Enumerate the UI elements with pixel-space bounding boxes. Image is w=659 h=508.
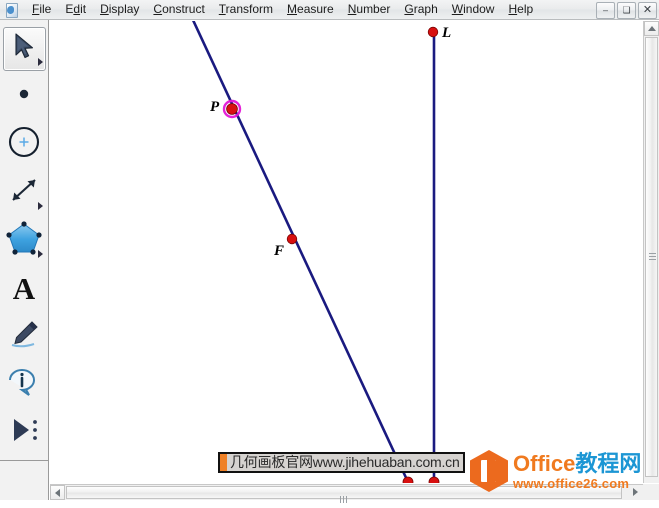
scroll-left-button[interactable]: [50, 485, 65, 500]
point-L-label[interactable]: L: [442, 25, 451, 42]
play-triangle-icon: [9, 416, 39, 449]
tool-marker[interactable]: [0, 312, 48, 360]
info-bubble-icon: [7, 367, 41, 402]
menu-number[interactable]: Number: [341, 0, 398, 19]
menu-measure[interactable]: Measure: [280, 0, 341, 19]
tool-polygon[interactable]: [0, 216, 48, 264]
arrow-icon: [11, 32, 37, 65]
point-icon: [16, 86, 32, 107]
tool-point[interactable]: [0, 72, 48, 120]
toolbox-lower-panel: [0, 461, 49, 500]
scroll-grip-icon: [649, 253, 656, 261]
watermark-text: 几何画板官网www.jihehuaban.com.cn: [230, 454, 460, 470]
tool-arrow-select[interactable]: [0, 24, 48, 72]
geometry-drawing[interactable]: [50, 21, 635, 483]
point-L-marker: [427, 26, 439, 38]
tool-flyout-arrow-icon[interactable]: [38, 250, 43, 258]
letter-a-icon: A: [12, 270, 36, 306]
app-document-icon: [3, 2, 19, 18]
close-button[interactable]: ✕: [638, 2, 657, 19]
menu-help[interactable]: Help: [501, 0, 540, 19]
minimize-button[interactable]: –: [596, 2, 615, 19]
toolbox: A: [0, 20, 49, 460]
logo-brand-cn: 教程网: [575, 450, 642, 476]
menu-items: FFileile Edit Display Construct Transfor…: [25, 0, 540, 20]
tool-flyout-arrow-icon[interactable]: [38, 202, 43, 210]
logo-site-url: www.office26.com: [513, 475, 630, 491]
tool-text[interactable]: A: [0, 264, 48, 312]
triangle-left-icon: [55, 488, 60, 497]
tool-compass-circle[interactable]: [0, 120, 48, 168]
tool-straightedge[interactable]: [0, 168, 48, 216]
sketch-canvas[interactable]: P F L: [50, 21, 635, 483]
point-diagonal-bottom-marker: [402, 476, 414, 483]
segment-icon: [8, 175, 40, 210]
office-logo-text: Office教程网 www.office26.com: [513, 450, 642, 491]
pentagon-icon: [6, 220, 42, 260]
vertical-scroll-thumb[interactable]: [645, 37, 658, 477]
menu-window[interactable]: Window: [445, 0, 502, 19]
circle-icon: [7, 125, 41, 164]
scroll-grip-icon: [340, 490, 349, 503]
point-P-label[interactable]: P: [210, 99, 219, 116]
marker-pen-icon: [8, 319, 40, 354]
logo-brand-office: Office: [513, 450, 576, 476]
menu-bar: FFileile Edit Display Construct Transfor…: [0, 0, 659, 20]
menu-display[interactable]: Display: [93, 0, 146, 19]
diagonal-line: [192, 21, 410, 483]
menu-graph[interactable]: Graph: [397, 0, 444, 19]
watermark-text-banner: 几何画板官网www.jihehuaban.com.cn: [218, 452, 465, 473]
point-F-marker: [286, 233, 298, 245]
menu-transform[interactable]: Transform: [212, 0, 280, 19]
menu-edit[interactable]: Edit: [58, 0, 93, 19]
point-F-label[interactable]: F: [274, 243, 284, 260]
point-P-marker[interactable]: [222, 99, 242, 119]
watermark-accent-bar: [220, 454, 227, 471]
tool-information[interactable]: [0, 360, 48, 408]
watermark-office-logo: Office教程网 www.office26.com: [470, 448, 656, 494]
menu-construct[interactable]: Construct: [146, 0, 211, 19]
office-hexagon-icon: [470, 450, 508, 492]
vertical-scrollbar[interactable]: [643, 21, 659, 483]
triangle-up-icon: [647, 26, 656, 31]
sketchpad-window: FFileile Edit Display Construct Transfor…: [0, 0, 659, 503]
point-vertical-bottom-marker: [428, 476, 440, 483]
window-controls: – ❏ ✕: [596, 2, 657, 19]
tool-flyout-arrow-icon[interactable]: [38, 58, 43, 66]
tool-custom-tools[interactable]: [0, 408, 48, 456]
menu-file[interactable]: FFileile: [25, 0, 58, 19]
restore-button[interactable]: ❏: [617, 2, 636, 19]
scroll-up-button[interactable]: [644, 21, 659, 36]
